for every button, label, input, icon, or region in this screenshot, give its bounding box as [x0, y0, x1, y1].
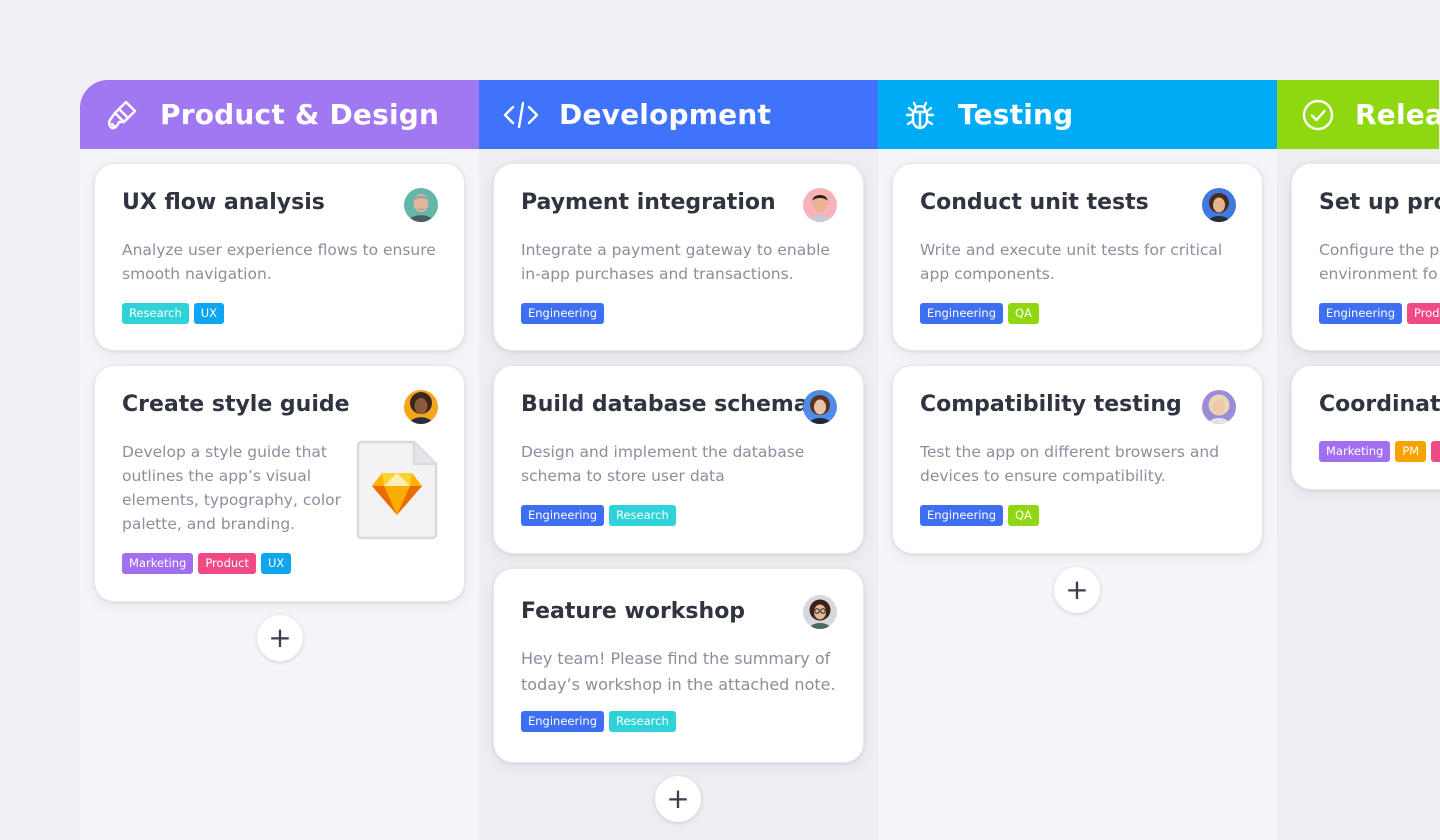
column-testing: Testing Conduct unit tests Write and exe…	[878, 80, 1277, 840]
tag-pm[interactable]: PM	[1395, 441, 1427, 462]
card-title: Payment integration	[521, 190, 776, 215]
card-title: Conduct unit tests	[920, 190, 1149, 215]
paint-brush-icon	[104, 97, 140, 133]
tag-qa[interactable]: QA	[1008, 303, 1039, 324]
avatar[interactable]	[1202, 390, 1236, 424]
kanban-board: Product & Design UX flow analysis Analyz…	[80, 80, 1440, 840]
add-card-button[interactable]: +	[655, 776, 701, 822]
tag-qa[interactable]: QA	[1008, 505, 1039, 526]
card-title: Feature workshop	[521, 599, 746, 624]
column-title: Releas	[1355, 98, 1440, 131]
tag-research[interactable]: Research	[609, 711, 676, 732]
tag-engineering[interactable]: Engineering	[920, 303, 1003, 324]
tag-extra[interactable]	[1431, 441, 1440, 462]
tag-list: Research UX	[122, 303, 225, 324]
card-title: Build database schema	[521, 392, 809, 417]
tag-list: Engineering Research	[521, 505, 676, 526]
tag-list: Engineering Prod	[1319, 303, 1440, 324]
card-title: UX flow analysis	[122, 190, 325, 215]
avatar[interactable]	[803, 188, 837, 222]
card-title: Coordinate	[1319, 392, 1440, 417]
column-header-product-design[interactable]: Product & Design	[80, 80, 479, 149]
card-description: Develop a style guide that outlines the …	[122, 443, 341, 533]
tag-list: Engineering QA	[920, 303, 1039, 324]
avatar[interactable]	[404, 188, 438, 222]
column-title: Development	[559, 98, 772, 131]
task-card[interactable]: Payment integration Integrate a payment …	[493, 163, 864, 351]
task-card[interactable]: Feature workshop Hey team! Please find t…	[493, 568, 864, 763]
card-description: Integrate a payment gateway to enable in…	[521, 241, 830, 283]
tag-product[interactable]: Prod	[1407, 303, 1440, 324]
tag-research[interactable]: Research	[122, 303, 189, 324]
card-description: Analyze user experience flows to ensure …	[122, 241, 436, 283]
tag-ux[interactable]: UX	[261, 553, 292, 574]
task-card[interactable]: Conduct unit tests Write and execute uni…	[892, 163, 1263, 351]
avatar[interactable]	[803, 595, 837, 629]
card-description: Test the app on different browsers and d…	[920, 443, 1220, 485]
add-card-button[interactable]: +	[257, 615, 303, 661]
tag-engineering[interactable]: Engineering	[521, 505, 604, 526]
task-card[interactable]: UX flow analysis Analyze user experience…	[94, 163, 465, 351]
column-header-development[interactable]: Development	[479, 80, 878, 149]
card-description: Design and implement the database schema…	[521, 443, 805, 485]
tag-engineering[interactable]: Engineering	[521, 303, 604, 324]
task-card[interactable]: Build database schema Design and impleme…	[493, 365, 864, 554]
card-description: Configure the p environment fo	[1319, 241, 1440, 283]
tag-research[interactable]: Research	[609, 505, 676, 526]
tag-list: Engineering Research	[521, 711, 676, 732]
column-development: Development Payment integration Integrat…	[479, 80, 878, 840]
check-circle-icon	[1301, 97, 1335, 133]
card-title: Set up proc	[1319, 190, 1440, 215]
task-card[interactable]: Compatibility testing Test the app on di…	[892, 365, 1263, 554]
card-title: Compatibility testing	[920, 392, 1182, 417]
code-icon	[503, 97, 539, 133]
tag-marketing[interactable]: Marketing	[1319, 441, 1391, 462]
avatar[interactable]	[803, 390, 837, 424]
tag-list: Engineering QA	[920, 505, 1039, 526]
column-release: Releas Set up proc Configure the p envir…	[1277, 80, 1440, 840]
tag-list: Marketing Product UX	[122, 553, 292, 574]
sketch-file-icon[interactable]	[356, 440, 438, 540]
avatar[interactable]	[404, 390, 438, 424]
tag-engineering[interactable]: Engineering	[521, 711, 604, 732]
tag-list: Marketing PM	[1319, 441, 1440, 462]
column-product-design: Product & Design UX flow analysis Analyz…	[80, 80, 479, 840]
tag-ux[interactable]: UX	[193, 303, 225, 324]
task-card[interactable]: Coordinate Marketing PM	[1291, 365, 1440, 490]
add-card-button[interactable]: +	[1054, 567, 1100, 613]
bug-icon	[902, 97, 938, 133]
tag-product[interactable]: Product	[198, 553, 256, 574]
task-card[interactable]: Create style guide Develop a style guide…	[94, 365, 465, 602]
column-title: Testing	[958, 98, 1074, 131]
task-card[interactable]: Set up proc Configure the p environment …	[1291, 163, 1440, 351]
tag-list: Engineering	[521, 303, 604, 324]
column-title: Product & Design	[160, 98, 440, 131]
column-header-testing[interactable]: Testing	[878, 80, 1277, 149]
avatar[interactable]	[1202, 188, 1236, 222]
column-header-release[interactable]: Releas	[1277, 80, 1440, 149]
tag-marketing[interactable]: Marketing	[122, 553, 194, 574]
card-title: Create style guide	[122, 392, 350, 417]
tag-engineering[interactable]: Engineering	[1319, 303, 1402, 324]
tag-engineering[interactable]: Engineering	[920, 505, 1003, 526]
card-description: Write and execute unit tests for critica…	[920, 241, 1223, 283]
card-description: Hey team! Please find the summary of tod…	[521, 649, 836, 694]
